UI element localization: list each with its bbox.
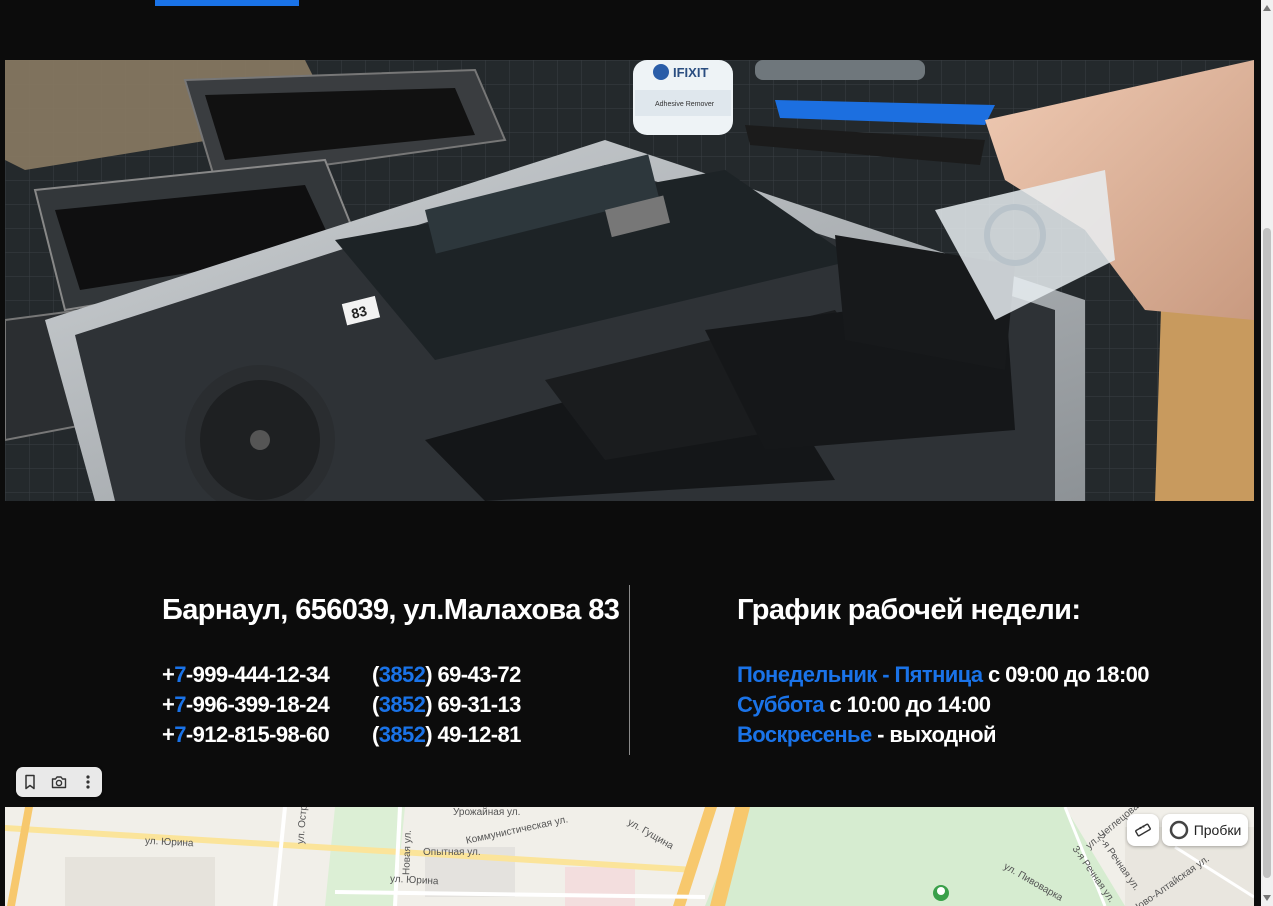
city-paren: ( bbox=[372, 722, 379, 747]
bookmark-button[interactable] bbox=[17, 769, 43, 795]
city-phone-link[interactable]: (3852) 69-43-72 bbox=[372, 660, 521, 690]
phone-country-code: 7 bbox=[174, 662, 186, 687]
phone-plus: + bbox=[162, 692, 175, 717]
floating-toolbar bbox=[16, 767, 102, 797]
schedule-row: Понедельник - Пятница с 09:00 до 18:00 bbox=[737, 660, 1150, 690]
more-button[interactable] bbox=[75, 769, 101, 795]
phone-row: +7-912-815-98-60 (3852) 49-12-81 bbox=[162, 720, 602, 750]
phone-plus: + bbox=[162, 662, 175, 687]
bottle-brand: IFIXIT bbox=[673, 65, 708, 80]
city-area-code: 3852 bbox=[378, 662, 426, 687]
phone-number: -999-444-12-34 bbox=[185, 662, 330, 687]
map-street-label: Урожайная ул. bbox=[453, 807, 521, 818]
phone-country-code: 7 bbox=[174, 692, 186, 717]
city-paren: ( bbox=[372, 692, 379, 717]
schedule-days: Суббота bbox=[737, 692, 825, 717]
mobile-phone-link[interactable]: +7-912-815-98-60 bbox=[162, 720, 372, 750]
phone-country-code: 7 bbox=[174, 722, 186, 747]
traffic-icon bbox=[1169, 820, 1188, 840]
phone-list: +7-999-444-12-34 (3852) 69-43-72 +7-996-… bbox=[162, 660, 602, 750]
city-area-code: 3852 bbox=[378, 722, 426, 747]
address-heading: Барнаул, 656039, ул.Малахова 83 bbox=[162, 594, 620, 626]
scrollbar-thumb[interactable] bbox=[1263, 228, 1271, 878]
map-widget[interactable]: Урожайная ул. ул. Юрина Коммунистическая… bbox=[5, 807, 1254, 906]
ruler-button[interactable] bbox=[1127, 814, 1159, 846]
traffic-button[interactable]: Пробки bbox=[1162, 814, 1248, 846]
scroll-up-arrow[interactable] bbox=[1261, 2, 1273, 14]
map-street-label: Новая ул. bbox=[401, 829, 414, 876]
city-number: ) 69-43-72 bbox=[425, 662, 521, 687]
city-phone-link[interactable]: (3852) 69-31-13 bbox=[372, 690, 521, 720]
city-area-code: 3852 bbox=[378, 692, 426, 717]
traffic-label: Пробки bbox=[1193, 822, 1242, 838]
scroll-down-arrow[interactable] bbox=[1261, 892, 1273, 904]
bottle-label: Adhesive Remover bbox=[655, 101, 715, 108]
mobile-phone-link[interactable]: +7-996-399-18-24 bbox=[162, 690, 372, 720]
map-street-label: Опытная ул. bbox=[423, 847, 481, 858]
city-paren: ( bbox=[372, 662, 379, 687]
screenshot-button[interactable] bbox=[46, 769, 72, 795]
ruler-icon bbox=[1135, 823, 1151, 837]
schedule-hours: - выходной bbox=[871, 722, 996, 747]
phone-number: -912-815-98-60 bbox=[185, 722, 330, 747]
city-number: ) 49-12-81 bbox=[425, 722, 521, 747]
vertical-divider bbox=[629, 585, 630, 755]
phone-number: -996-399-18-24 bbox=[185, 692, 330, 717]
camera-icon bbox=[51, 776, 67, 789]
schedule-hours: с 09:00 до 18:00 bbox=[982, 662, 1150, 687]
chevron-up-icon bbox=[1263, 5, 1271, 11]
schedule-row: Суббота с 10:00 до 14:00 bbox=[737, 690, 1149, 720]
phone-plus: + bbox=[162, 722, 175, 747]
phone-row: +7-996-399-18-24 (3852) 69-31-13 bbox=[162, 690, 602, 720]
schedule-days: Понедельник - Пятница bbox=[737, 662, 983, 687]
schedule-list: Понедельник - Пятница с 09:00 до 18:00 С… bbox=[737, 660, 1150, 750]
phone-row: +7-999-444-12-34 (3852) 69-43-72 bbox=[162, 660, 602, 690]
bookmark-icon bbox=[25, 774, 36, 790]
mobile-phone-link[interactable]: +7-999-444-12-34 bbox=[162, 660, 372, 690]
city-phone-link[interactable]: (3852) 49-12-81 bbox=[372, 720, 521, 750]
schedule-hours: с 10:00 до 14:00 bbox=[824, 692, 992, 717]
contacts-section: Барнаул, 656039, ул.Малахова 83 +7-999-4… bbox=[0, 580, 1273, 760]
chevron-down-icon bbox=[1263, 895, 1271, 901]
page: 83 IFIXIT Adhesive Remover Барнаул, 6560… bbox=[0, 0, 1273, 906]
city-number: ) 69-31-13 bbox=[425, 692, 521, 717]
more-vertical-icon bbox=[86, 775, 90, 789]
schedule-heading: График рабочей недели: bbox=[737, 594, 1081, 626]
hero-photo: 83 IFIXIT Adhesive Remover bbox=[5, 60, 1254, 501]
schedule-days: Воскресенье bbox=[737, 722, 872, 747]
top-accent-bar[interactable] bbox=[155, 0, 299, 6]
schedule-row: Воскресенье - выходной bbox=[737, 720, 1149, 750]
page-scrollbar[interactable] bbox=[1261, 0, 1273, 906]
